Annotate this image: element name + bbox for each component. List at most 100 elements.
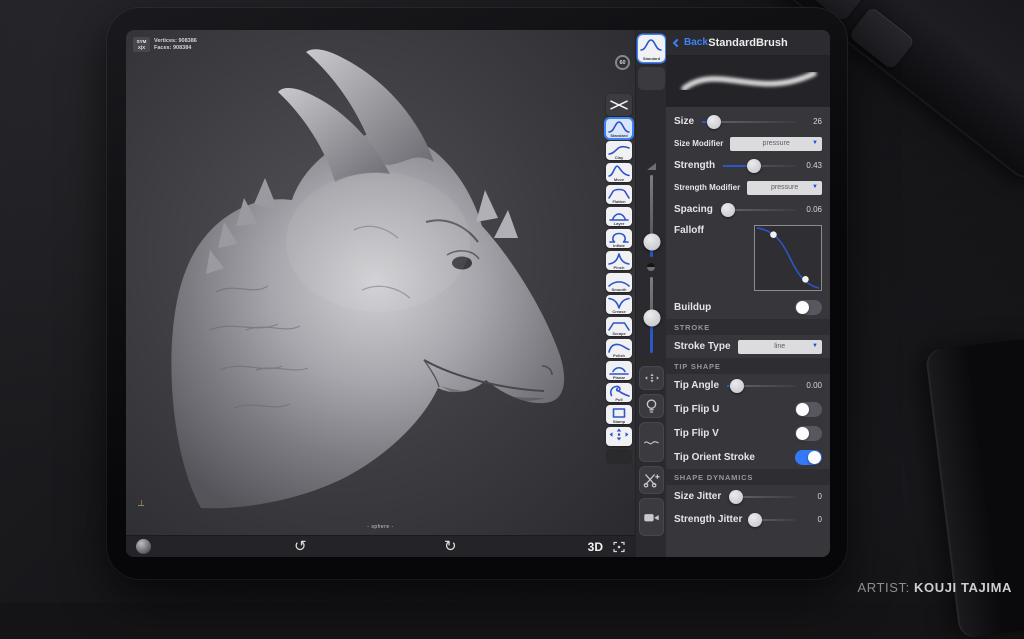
tool-flatten[interactable]: Flatten — [606, 185, 632, 204]
tool-clay[interactable]: Clay — [606, 141, 632, 160]
brush-curve-icon — [608, 186, 630, 199]
stroke-type-dropdown[interactable]: line ▼ — [738, 340, 823, 354]
artist-credit-name: KOUJI TAJIMA — [914, 580, 1012, 595]
tool-standard[interactable]: Standard — [606, 119, 632, 138]
tool-label: Crease — [606, 309, 632, 314]
tip-orient-stroke-toggle[interactable] — [795, 450, 822, 465]
brush-curve-icon — [608, 340, 630, 353]
camera-button[interactable] — [639, 498, 664, 536]
tool-label: Inflate — [606, 243, 632, 248]
tool-crease[interactable]: Crease — [606, 295, 632, 314]
stroke-section-header: STROKE — [666, 319, 830, 335]
brush-curve-icon — [608, 252, 630, 265]
brush-curve-icon — [608, 142, 630, 155]
tip-flip-u-label: Tip Flip U — [674, 404, 719, 415]
tool-polish[interactable]: Polish — [606, 339, 632, 358]
symmetry-badge[interactable]: SYM X|X — [133, 37, 150, 52]
empty-brush-slot[interactable] — [638, 67, 665, 90]
brush-size-marker-icon — [647, 163, 656, 170]
brush-strength-vslider[interactable] — [650, 277, 653, 353]
spacing-slider[interactable] — [721, 203, 796, 217]
shape-dynamics-section-header: SHAPE DYNAMICS — [666, 469, 830, 485]
brush-curve-icon — [608, 384, 630, 397]
transform-move-button[interactable] — [639, 366, 664, 390]
strength-label: Strength — [674, 160, 715, 171]
spacing-value: 0.06 — [796, 205, 822, 214]
strength-slider[interactable] — [723, 159, 796, 173]
artist-credit-prefix: ARTIST: — [857, 580, 909, 595]
size-jitter-row: Size Jitter 0 — [666, 485, 830, 508]
tip-flip-v-row: Tip Flip V — [666, 421, 830, 445]
buildup-toggle[interactable] — [795, 300, 822, 315]
tool-label: Pull — [606, 397, 632, 402]
tool-pull[interactable]: Pull — [606, 383, 632, 402]
frame-view-icon[interactable] — [613, 541, 625, 553]
panel-header: Back StandardBrush — [666, 30, 830, 56]
sculpt-viewport[interactable]: SYM X|X Vertices: 908386 Faces: 908384 6… — [126, 30, 635, 557]
brush-size-vslider[interactable] — [650, 175, 653, 257]
tip-flip-v-toggle[interactable] — [795, 426, 822, 441]
tablet-device: SYM X|X Vertices: 908386 Faces: 908384 6… — [106, 7, 848, 580]
strength-jitter-slider[interactable] — [750, 513, 796, 527]
strength-modifier-dropdown[interactable]: pressure ▼ — [747, 181, 822, 195]
size-label: Size — [674, 116, 694, 127]
vertices-stat: Vertices: 908386 — [154, 38, 197, 45]
artist-credit: ARTIST: KOUJI TAJIMA — [857, 580, 1012, 595]
tool-move[interactable]: Move — [606, 163, 632, 182]
brush-curve-icon — [608, 164, 630, 177]
dropdown-arrow-icon: ▼ — [812, 184, 818, 190]
tool-layer[interactable]: Layer — [606, 207, 632, 226]
tip-flip-u-toggle[interactable] — [795, 402, 822, 417]
app-screen: SYM X|X Vertices: 908386 Faces: 908384 6… — [126, 30, 830, 557]
back-button[interactable]: Back — [674, 37, 708, 48]
tip-angle-slider[interactable] — [727, 379, 796, 393]
tool-planar[interactable]: Planar — [606, 361, 632, 380]
brush-curve-icon — [608, 362, 630, 375]
scissors-plus-icon — [643, 472, 660, 489]
strength-modifier-row: Strength Modifier pressure ▼ — [666, 177, 830, 198]
panel-title: StandardBrush — [708, 37, 787, 49]
cut-tool-button[interactable] — [639, 466, 664, 494]
spacing-row: Spacing 0.06 — [666, 198, 830, 221]
size-slider[interactable] — [702, 115, 796, 129]
falloff-curve-editor[interactable] — [754, 225, 822, 291]
tool-label: Polish — [606, 353, 632, 358]
chevron-left-icon — [673, 38, 681, 46]
buildup-label: Buildup — [674, 302, 711, 313]
dragon-sculpt — [126, 30, 635, 535]
tool-crossed-tools[interactable] — [606, 94, 632, 116]
lighting-button[interactable] — [639, 394, 664, 418]
redo-button[interactable]: ↻ — [444, 536, 457, 557]
size-jitter-label: Size Jitter — [674, 491, 721, 502]
tool-pinch[interactable]: Pinch — [606, 251, 632, 270]
move-arrows-icon — [644, 370, 660, 386]
stroke-curve-button[interactable] — [639, 422, 664, 462]
wave-icon — [643, 436, 660, 448]
brush-curve-icon — [608, 98, 630, 111]
size-jitter-slider[interactable] — [729, 490, 796, 504]
material-sphere-button[interactable] — [136, 539, 151, 554]
undo-button[interactable]: ↺ — [294, 536, 307, 557]
current-brush-slot[interactable]: Standard — [638, 35, 665, 62]
tool-label: Planar — [606, 375, 632, 380]
tool-inflate[interactable]: Inflate — [606, 229, 632, 248]
tool-smooth[interactable]: Smooth — [606, 273, 632, 292]
brush-strength-marker-icon — [647, 263, 655, 271]
tool-empty-slot[interactable] — [606, 449, 632, 464]
tool-move-transform[interactable] — [606, 427, 632, 446]
strength-value: 0.43 — [796, 161, 822, 170]
tool-scrape[interactable]: Scrape — [606, 317, 632, 336]
brush-curve-icon — [608, 428, 630, 441]
brush-curve-icon — [608, 318, 630, 331]
size-modifier-dropdown[interactable]: pressure ▼ — [730, 137, 822, 151]
brush-sidebar-strip: Standard — [635, 30, 666, 557]
mode-3d-label[interactable]: 3D — [588, 540, 603, 554]
brush-curve-icon — [608, 406, 630, 419]
falloff-label: Falloff — [674, 225, 704, 236]
brush-stroke-preview — [666, 56, 830, 107]
brush-settings-panel: Back StandardBrush Size — [666, 30, 830, 557]
tip-flip-u-row: Tip Flip U — [666, 397, 830, 421]
strength-jitter-label: Strength Jitter — [674, 514, 742, 525]
tool-stamp[interactable]: Stamp — [606, 405, 632, 424]
mesh-stats: SYM X|X Vertices: 908386 Faces: 908384 — [133, 37, 197, 52]
